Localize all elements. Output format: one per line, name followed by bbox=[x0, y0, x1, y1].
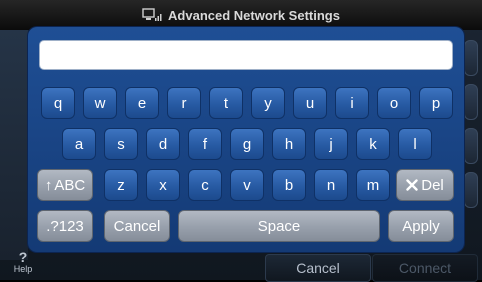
cancel-button[interactable]: Cancel bbox=[265, 254, 371, 282]
key-a[interactable]: a bbox=[62, 128, 96, 160]
key-h[interactable]: h bbox=[272, 128, 306, 160]
space-key[interactable]: Space bbox=[178, 210, 380, 242]
background-control bbox=[464, 40, 478, 76]
window-title: Advanced Network Settings bbox=[168, 7, 340, 23]
keyboard-text-input[interactable] bbox=[39, 40, 453, 70]
key-t[interactable]: t bbox=[209, 87, 243, 119]
background-control bbox=[464, 84, 478, 120]
key-v[interactable]: v bbox=[230, 169, 264, 201]
key-x[interactable]: x bbox=[146, 169, 180, 201]
key-i[interactable]: i bbox=[335, 87, 369, 119]
background-control bbox=[464, 128, 478, 164]
key-n[interactable]: n bbox=[314, 169, 348, 201]
key-y[interactable]: y bbox=[251, 87, 285, 119]
key-s[interactable]: s bbox=[104, 128, 138, 160]
delete-key-label: Del bbox=[421, 176, 444, 194]
key-p[interactable]: p bbox=[419, 87, 453, 119]
shift-arrow-icon: ↑ bbox=[44, 176, 53, 194]
delete-key[interactable]: Del bbox=[396, 169, 454, 201]
question-icon: ? bbox=[18, 249, 28, 265]
key-m[interactable]: m bbox=[356, 169, 390, 201]
key-c[interactable]: c bbox=[188, 169, 222, 201]
key-g[interactable]: g bbox=[230, 128, 264, 160]
shift-key-label: ABC bbox=[54, 176, 86, 194]
key-b[interactable]: b bbox=[272, 169, 306, 201]
connect-button[interactable]: Connect bbox=[372, 254, 478, 282]
key-z[interactable]: z bbox=[104, 169, 138, 201]
key-j[interactable]: j bbox=[314, 128, 348, 160]
shift-key[interactable]: ↑ ABC bbox=[37, 169, 93, 201]
key-w[interactable]: w bbox=[83, 87, 117, 119]
delete-x-icon bbox=[406, 179, 418, 191]
key-l[interactable]: l bbox=[398, 128, 432, 160]
key-o[interactable]: o bbox=[377, 87, 411, 119]
key-k[interactable]: k bbox=[356, 128, 390, 160]
on-screen-keyboard: q w e r t y u i o p a s d f g h j k l ↑ … bbox=[28, 27, 464, 252]
title-bar: Advanced Network Settings bbox=[0, 0, 482, 30]
numbers-mode-key[interactable]: .?123 bbox=[37, 210, 93, 242]
key-q[interactable]: q bbox=[41, 87, 75, 119]
key-e[interactable]: e bbox=[125, 87, 159, 119]
keyboard-cancel-key[interactable]: Cancel bbox=[104, 210, 170, 242]
key-r[interactable]: r bbox=[167, 87, 201, 119]
key-f[interactable]: f bbox=[188, 128, 222, 160]
background-control bbox=[464, 172, 478, 208]
network-icon bbox=[142, 8, 162, 22]
apply-key[interactable]: Apply bbox=[388, 210, 454, 242]
help-button[interactable]: ? Help bbox=[8, 250, 38, 280]
background-panel bbox=[0, 30, 28, 260]
key-d[interactable]: d bbox=[146, 128, 180, 160]
key-u[interactable]: u bbox=[293, 87, 327, 119]
help-label: Help bbox=[13, 264, 33, 274]
